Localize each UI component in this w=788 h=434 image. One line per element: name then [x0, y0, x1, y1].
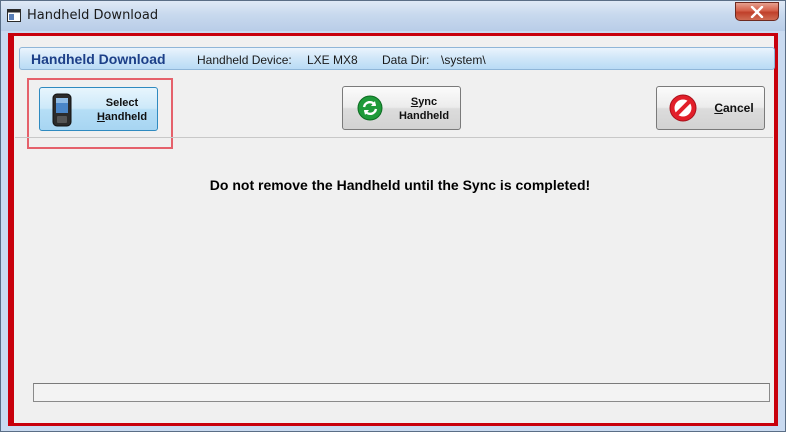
status-bar [33, 383, 770, 402]
sync-handheld-button[interactable]: Sync Handheld [342, 86, 461, 130]
toolbar-divider [15, 137, 773, 138]
cancel-hotkey: C [714, 101, 723, 115]
info-header: Handheld Download Handheld Device: LXE M… [19, 47, 775, 70]
cancel-button[interactable]: Cancel [656, 86, 765, 130]
device-label: Handheld Device: [197, 53, 292, 67]
sync-arrows-icon [357, 95, 383, 124]
sync-label-line2: Handheld [398, 110, 450, 122]
select-button-highlight [27, 78, 173, 149]
data-dir-value: \system\ [441, 53, 486, 67]
close-button[interactable] [735, 2, 779, 21]
warning-message: Do not remove the Handheld until the Syn… [209, 177, 591, 193]
cancel-label: ancel [722, 101, 754, 115]
device-value: LXE MX8 [307, 53, 358, 67]
sync-label-line1: ync [418, 96, 438, 108]
app-window-icon [7, 9, 21, 22]
title-bar[interactable]: Handheld Download [1, 1, 785, 31]
close-icon [750, 6, 764, 18]
header-title: Handheld Download [31, 51, 166, 67]
data-dir-label: Data Dir: [382, 53, 430, 67]
cancel-prohibited-icon [668, 93, 698, 126]
window-title: Handheld Download [27, 8, 159, 23]
